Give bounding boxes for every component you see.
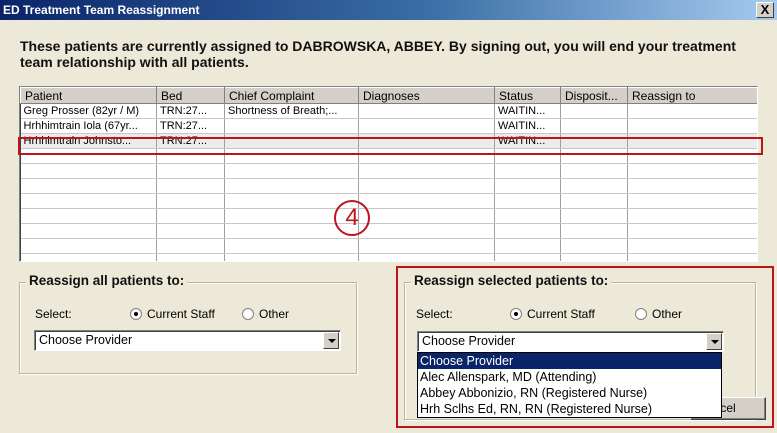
cell-patient: Hrhhimtrain Johnsto... <box>20 133 157 149</box>
select-label: Select: <box>35 307 72 321</box>
radio-label: Current Staff <box>147 307 215 321</box>
dropdown-option[interactable]: Hrh Sclhs Ed, RN, RN (Registered Nurse) <box>418 401 721 417</box>
radio-current-staff-selected[interactable]: Current Staff <box>510 307 595 321</box>
radio-label: Other <box>259 307 290 321</box>
empty-row <box>20 253 757 261</box>
dropdown-option[interactable]: Abbey Abbonizio, RN (Registered Nurse) <box>418 385 721 401</box>
cell-disposition <box>560 118 628 134</box>
reassign-selected-legend: Reassign selected patients to: <box>411 273 612 288</box>
window-title: ED Treatment Team Reassignment <box>3 3 200 17</box>
cell-disposition <box>560 103 628 119</box>
cell-reassign-to[interactable] <box>627 118 757 134</box>
cell-chief-complaint <box>224 133 359 149</box>
empty-row <box>20 223 757 239</box>
cell-bed: TRN:27... <box>156 118 225 134</box>
column-header-disposition[interactable]: Disposit... <box>560 87 628 104</box>
provider-dropdown-list[interactable]: Choose Provider Alec Allenspark, MD (Att… <box>417 352 722 418</box>
reassign-all-legend: Reassign all patients to: <box>26 273 188 288</box>
step-number-marker: 4 <box>334 200 370 236</box>
patient-grid[interactable]: Patient Bed Chief Complaint Diagnoses St… <box>19 86 758 262</box>
cell-status: WAITIN... <box>494 103 561 119</box>
cell-status: WAITIN... <box>494 133 561 149</box>
cell-patient: Hrhhimtrain Iola (67yr... <box>20 118 157 134</box>
column-header-bed[interactable]: Bed <box>156 87 225 104</box>
intro-text: These patients are currently assigned to… <box>20 38 736 70</box>
column-header-diagnoses[interactable]: Diagnoses <box>358 87 495 104</box>
cell-reassign-to[interactable] <box>627 103 757 119</box>
cell-patient: Greg Prosser (82yr / M) <box>20 103 157 119</box>
cell-diagnoses <box>358 118 495 134</box>
dropdown-option[interactable]: Choose Provider <box>418 353 721 369</box>
select-label: Select: <box>416 307 453 321</box>
close-icon: X <box>760 2 770 17</box>
radio-other-all[interactable]: Other <box>242 307 289 321</box>
reassign-all-group: Reassign all patients to: Select: Curren… <box>19 273 357 374</box>
radio-unchecked-icon <box>635 308 647 320</box>
dropdown-option[interactable]: Alec Allenspark, MD (Attending) <box>418 369 721 385</box>
cell-chief-complaint: Shortness of Breath;... <box>224 103 359 119</box>
cell-bed: TRN:27... <box>156 133 225 149</box>
radio-label: Other <box>652 307 683 321</box>
table-row[interactable]: Hrhhimtrain Iola (67yr... TRN:27... WAIT… <box>20 118 757 134</box>
cell-bed: TRN:27... <box>156 103 225 119</box>
radio-unchecked-icon <box>242 308 254 320</box>
provider-select-all[interactable]: Choose Provider <box>34 330 341 351</box>
empty-row <box>20 193 757 209</box>
chevron-down-icon[interactable] <box>323 332 339 349</box>
cell-chief-complaint <box>224 118 359 134</box>
column-header-chief-complaint[interactable]: Chief Complaint <box>224 87 359 104</box>
provider-select-selected[interactable]: Choose Provider <box>417 331 724 352</box>
cell-diagnoses <box>358 103 495 119</box>
radio-current-staff-all[interactable]: Current Staff <box>130 307 215 321</box>
cell-disposition <box>560 133 628 149</box>
empty-row <box>20 208 757 224</box>
empty-row <box>20 163 757 179</box>
title-bar: ED Treatment Team Reassignment X <box>0 0 777 20</box>
column-header-patient[interactable]: Patient <box>20 87 157 104</box>
table-row-selected[interactable]: Hrhhimtrain Johnsto... TRN:27... WAITIN.… <box>20 133 757 149</box>
radio-other-selected[interactable]: Other <box>635 307 682 321</box>
cell-status: WAITIN... <box>494 118 561 134</box>
close-button[interactable]: X <box>756 2 774 18</box>
radio-checked-icon <box>130 308 142 320</box>
empty-row <box>20 178 757 194</box>
cell-diagnoses <box>358 133 495 149</box>
cell-reassign-to[interactable] <box>627 133 757 149</box>
radio-label: Current Staff <box>527 307 595 321</box>
radio-checked-icon <box>510 308 522 320</box>
table-row[interactable]: Greg Prosser (82yr / M) TRN:27... Shortn… <box>20 103 757 119</box>
empty-row <box>20 238 757 254</box>
column-header-reassign-to[interactable]: Reassign to <box>627 87 757 104</box>
combo-value: Choose Provider <box>39 333 133 347</box>
column-header-status[interactable]: Status <box>494 87 561 104</box>
empty-row <box>20 148 757 164</box>
chevron-down-icon[interactable] <box>706 333 722 350</box>
combo-value: Choose Provider <box>422 334 516 348</box>
